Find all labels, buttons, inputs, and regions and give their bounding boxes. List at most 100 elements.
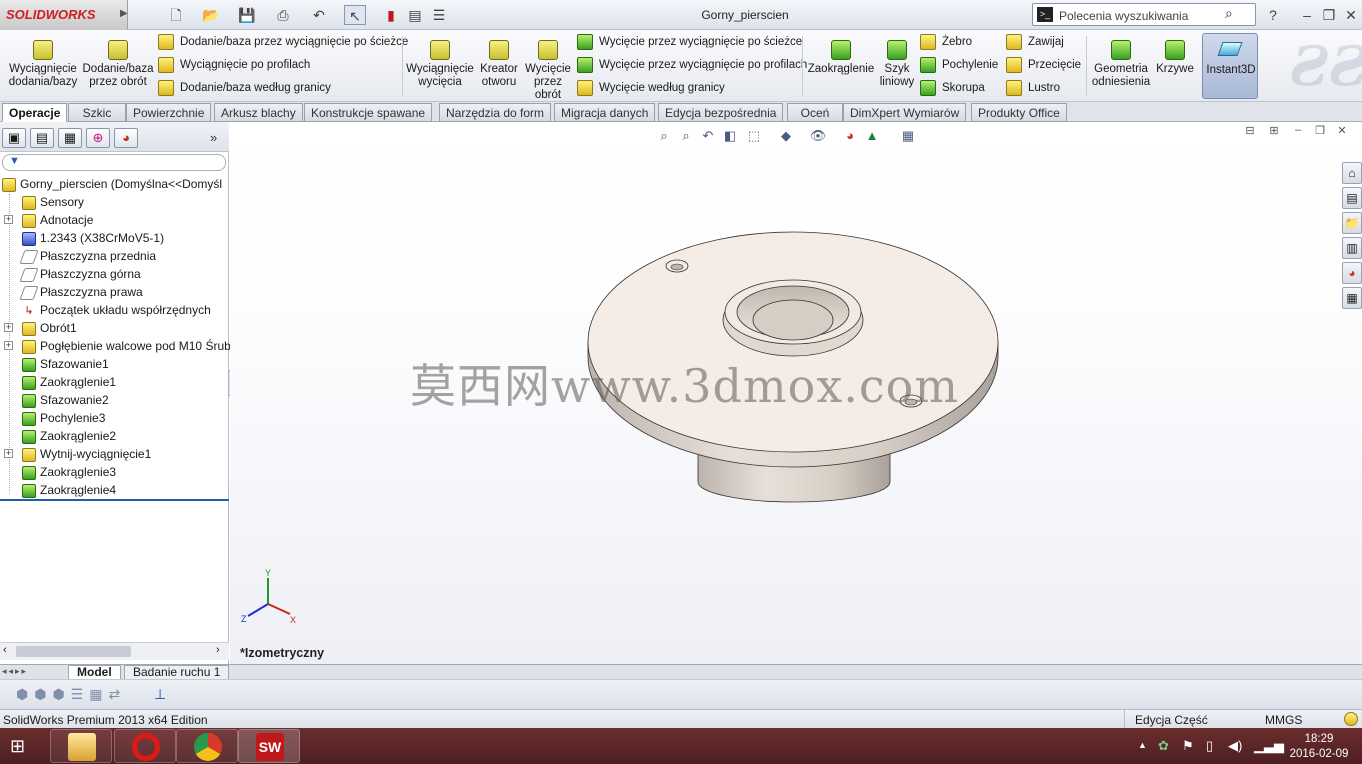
action-center-icon[interactable]: ⚑ <box>1182 738 1194 754</box>
expand-icon[interactable]: + <box>4 215 13 224</box>
search-input[interactable]: Polecenia wyszukiwania <box>1059 9 1188 23</box>
feature-tree-icon[interactable]: ▣ <box>2 128 26 148</box>
new-document-icon[interactable]: 🗋 <box>165 5 187 25</box>
tab-dimxpert[interactable]: DimXpert Wymiarów <box>843 103 967 122</box>
instant3d-button[interactable]: Instant3D <box>1202 33 1258 99</box>
rollback-bar[interactable] <box>0 499 229 501</box>
design-library-icon[interactable]: ▤ <box>1342 187 1362 209</box>
tree-root-part[interactable]: Gorny_pierscien (Domyślna<<Domyśl <box>2 175 222 193</box>
file-explorer-icon[interactable]: 📁 <box>1342 212 1362 234</box>
solidworks-app[interactable]: SW <box>238 729 300 763</box>
power-icon[interactable]: ▯ <box>1206 738 1213 754</box>
appearances-icon[interactable]: ◕ <box>1342 262 1362 284</box>
search-icon[interactable]: ⌕ <box>1225 5 1233 22</box>
tree-item-plane-right[interactable]: Płaszczyzna prawa <box>19 283 143 301</box>
open-folder-icon[interactable]: 📂 <box>200 5 222 25</box>
options-icon[interactable]: ☰ <box>428 5 450 25</box>
view-palette-icon[interactable]: ▥ <box>1342 237 1362 259</box>
scene-icon[interactable]: ▲ <box>863 128 881 146</box>
rebuild-icon[interactable]: ▮ <box>380 5 402 25</box>
select-pointer-icon[interactable]: ↖ <box>344 5 366 25</box>
restore-document-icon[interactable]: ❐ <box>1312 124 1328 138</box>
draft-button[interactable]: Pochylenie <box>920 55 998 75</box>
extrude-boss-button[interactable]: Wyciągnięcie dodania/bazy <box>6 38 80 89</box>
wrap-button[interactable]: Zawijaj <box>1006 32 1064 52</box>
expand-icon[interactable]: + <box>4 323 13 332</box>
layer-tools-icon[interactable]: ⬢⬢⬢☰▦⇄ <box>16 686 126 703</box>
tab-konstrukcje-spawane[interactable]: Konstrukcje spawane <box>304 103 433 122</box>
tree-item-wytnij[interactable]: + Wytnij-wyciągnięcie1 <box>0 445 151 463</box>
tab-operacje[interactable]: Operacje <box>2 103 68 122</box>
dimxpert-manager-icon[interactable]: ⊕ <box>86 128 110 148</box>
loft-cut-button[interactable]: Wycięcie przez wyciągnięcie po profilach <box>577 55 807 75</box>
horizontal-scrollbar[interactable]: ‹ › <box>0 642 229 660</box>
clock[interactable]: 18:29 2016-02-09 <box>1284 732 1354 762</box>
tree-item-adnotacje[interactable]: + Adnotacje <box>0 211 93 229</box>
configuration-manager-icon[interactable]: ▦ <box>58 128 82 148</box>
chrome-app[interactable] <box>176 729 238 763</box>
display-manager-icon[interactable]: ◕ <box>114 128 138 148</box>
tree-item-plane-top[interactable]: Płaszczyzna górna <box>19 265 141 283</box>
print-icon[interactable]: ⎙ <box>272 5 294 25</box>
tree-item-pochylenie3[interactable]: Pochylenie3 <box>22 409 105 427</box>
tree-item-material[interactable]: 1.2343 (X38CrMoV5-1) <box>22 229 164 247</box>
tile-vertical-icon[interactable]: ⊞ <box>1266 124 1282 138</box>
tree-item-sfazowanie1[interactable]: Sfazowanie1 <box>22 355 109 373</box>
revolve-cut-button[interactable]: Wycięcie przez obrót <box>524 38 572 102</box>
close-window-icon[interactable]: ✕ <box>1340 5 1362 25</box>
expand-icon[interactable]: + <box>4 449 13 458</box>
show-hidden-icons-icon[interactable]: ▲ <box>1138 740 1147 750</box>
tree-filter-input[interactable]: ▼ <box>2 154 226 171</box>
tab-narzedzia-do-form[interactable]: Narzędzia do form <box>439 103 552 122</box>
graphics-area[interactable]: ⌕ ⌕ ↶ ◧ ⬚ ◆ 👁 ◕ ▲ ▦ ⊟ ⊞ – ❐ ✕ ⌂ ▤ 📁 ▥ ◕ … <box>230 122 1362 664</box>
network-app-icon[interactable]: ✿ <box>1158 738 1169 754</box>
display-style-icon[interactable]: ◆ <box>777 128 795 146</box>
tree-item-zaokraglenie4[interactable]: Zaokrąglenie4 <box>22 481 116 499</box>
tree-item-zaokraglenie3[interactable]: Zaokrąglenie3 <box>22 463 116 481</box>
zoom-to-area-icon[interactable]: ⌕ <box>677 128 695 146</box>
menu-arrow-icon[interactable]: ▶ <box>120 8 128 19</box>
save-icon[interactable]: 💾 <box>236 5 258 25</box>
tab-model[interactable]: Model <box>68 665 121 680</box>
expand-icon[interactable]: + <box>4 341 13 350</box>
hide-show-icon[interactable]: 👁 <box>809 128 827 146</box>
tab-migracja-danych[interactable]: Migracja danych <box>554 103 656 122</box>
minimize-document-icon[interactable]: – <box>1290 124 1306 138</box>
file-properties-icon[interactable]: ▤ <box>404 5 426 25</box>
scroll-left-icon[interactable]: ‹ <box>3 644 7 656</box>
hole-wizard-button[interactable]: Kreator otworu <box>476 38 522 89</box>
view-orientation-icon[interactable]: ⬚ <box>745 128 763 146</box>
section-view-icon[interactable]: ◧ <box>721 128 739 146</box>
restore-window-icon[interactable]: ❐ <box>1318 5 1340 25</box>
loft-boss-button[interactable]: Wyciągnięcie po profilach <box>158 55 310 75</box>
previous-view-icon[interactable]: ↶ <box>699 128 717 146</box>
tab-edycja-bezposrednia[interactable]: Edycja bezpośrednia <box>658 103 784 122</box>
volume-icon[interactable]: ◀) <box>1228 738 1242 754</box>
rib-button[interactable]: Żebro <box>920 32 972 52</box>
shell-button[interactable]: Skorupa <box>920 78 985 98</box>
tree-item-zaokraglenie2[interactable]: Zaokrąglenie2 <box>22 427 116 445</box>
scroll-thumb[interactable] <box>16 646 131 657</box>
tab-szkic[interactable]: Szkic <box>68 103 126 122</box>
tree-item-counterbore[interactable]: + Pogłębienie walcowe pod M10 Śrub <box>0 337 231 355</box>
sweep-cut-button[interactable]: Wycięcie przez wyciągnięcie po ścieżce <box>577 32 802 52</box>
dimension-icon[interactable]: ⊥ <box>154 686 166 703</box>
signal-icon[interactable]: ▁▃▅ <box>1254 738 1284 754</box>
mirror-button[interactable]: Lustro <box>1006 78 1060 98</box>
explorer-app[interactable] <box>50 729 112 763</box>
curves-button[interactable]: Krzywe <box>1152 38 1198 76</box>
fillet-button[interactable]: Zaokrąglenie <box>806 38 876 76</box>
boundary-cut-button[interactable]: Wycięcie według granicy <box>577 78 725 98</box>
zoom-to-fit-icon[interactable]: ⌕ <box>655 128 673 146</box>
tree-item-obrot1[interactable]: + Obrót1 <box>0 319 77 337</box>
undo-icon[interactable]: ↶ <box>308 5 330 25</box>
extrude-cut-button[interactable]: Wyciągnięcie wycięcia <box>406 38 474 89</box>
custom-properties-icon[interactable]: ▦ <box>1342 287 1362 309</box>
tile-horizontal-icon[interactable]: ⊟ <box>1242 124 1258 138</box>
boundary-boss-button[interactable]: Dodanie/baza według granicy <box>158 78 331 98</box>
view-settings-icon[interactable]: ▦ <box>899 128 917 146</box>
tree-item-sfazowanie2[interactable]: Sfazowanie2 <box>22 391 109 409</box>
sweep-boss-button[interactable]: Dodanie/baza przez wyciągnięcie po ścież… <box>158 32 408 52</box>
opera-app[interactable] <box>114 729 176 763</box>
tab-powierzchnie[interactable]: Powierzchnie <box>126 103 212 122</box>
